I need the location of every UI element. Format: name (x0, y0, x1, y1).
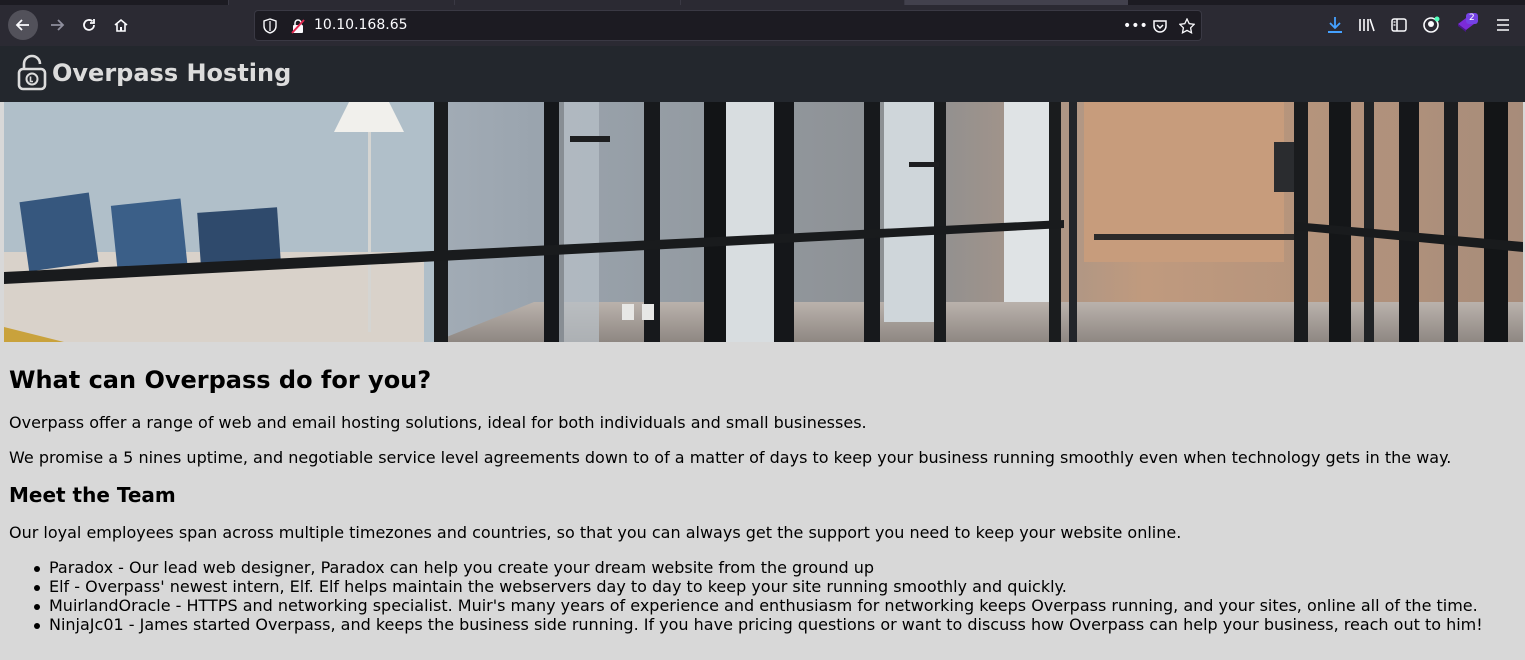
back-button[interactable] (8, 10, 38, 40)
extension-badge: 2 (1466, 13, 1478, 24)
padlock-logo-icon (17, 54, 47, 91)
download-icon (1328, 17, 1342, 33)
promise-paragraph: We promise a 5 nines uptime, and negotia… (9, 448, 1452, 467)
back-arrow-icon (15, 19, 29, 31)
forward-button[interactable] (42, 10, 72, 40)
extension-button[interactable]: 2 (1453, 13, 1479, 33)
url-text[interactable]: 10.10.168.65 (314, 17, 408, 33)
pocket-icon[interactable] (1152, 18, 1168, 34)
library-icon (1359, 18, 1375, 32)
office-photo (4, 102, 1523, 342)
account-button[interactable] (1421, 15, 1441, 35)
sidebar-button[interactable] (1390, 15, 1408, 35)
intro-paragraph: Overpass offer a range of web and email … (9, 413, 867, 432)
library-button[interactable] (1357, 15, 1377, 35)
team-list: Paradox - Our lead web designer, Paradox… (9, 558, 1519, 634)
main-heading: What can Overpass do for you? (9, 366, 432, 394)
insecure-lock-icon[interactable] (291, 18, 305, 34)
team-intro-paragraph: Our loyal employees span across multiple… (9, 523, 1182, 542)
forward-arrow-icon (51, 19, 65, 31)
account-icon (1423, 16, 1440, 33)
site-title[interactable]: Overpass Hosting (52, 59, 291, 87)
reload-icon (83, 19, 95, 31)
list-item: NinjaJc01 - James started Overpass, and … (34, 615, 1519, 634)
bookmark-star-icon[interactable] (1179, 18, 1195, 34)
list-item: MuirlandOracle - HTTPS and networking sp… (34, 596, 1519, 615)
reload-button[interactable] (74, 10, 104, 40)
list-item: Paradox - Our lead web designer, Paradox… (34, 558, 1519, 577)
main-content: What can Overpass do for you? Overpass o… (9, 342, 1519, 634)
office-banner-image (4, 102, 1523, 342)
downloads-button[interactable] (1326, 15, 1344, 35)
app-menu-button[interactable] (1494, 15, 1512, 35)
team-heading: Meet the Team (9, 483, 176, 507)
page-actions-icon[interactable]: ••• (1123, 18, 1148, 34)
tracking-shield-icon[interactable] (263, 18, 277, 34)
home-button[interactable] (106, 10, 136, 40)
site-header: Overpass Hosting (0, 46, 1525, 102)
home-icon (114, 18, 128, 32)
sidebar-icon (1391, 18, 1407, 32)
list-item: Elf - Overpass' newest intern, Elf. Elf … (34, 577, 1519, 596)
hamburger-menu-icon (1497, 19, 1509, 31)
url-bar[interactable]: 10.10.168.65 ••• (254, 10, 1202, 41)
browser-toolbar: 10.10.168.65 ••• 2 (0, 5, 1525, 46)
